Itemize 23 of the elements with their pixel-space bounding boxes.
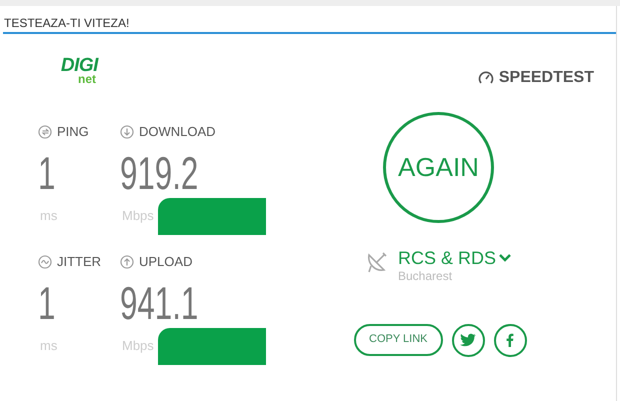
copy-link-button[interactable]: COPY LINK <box>354 324 442 356</box>
twitter-button[interactable] <box>452 324 484 356</box>
server-name[interactable]: RCS & RDS <box>398 247 496 270</box>
logo: DIGI net <box>60 56 98 85</box>
metric-value: 1 <box>38 280 56 326</box>
metric-label: JITTER <box>57 253 102 272</box>
letter-f-icon <box>506 333 514 347</box>
metric-value: 919.2 <box>120 150 198 196</box>
facebook-button[interactable] <box>494 324 526 356</box>
bird-icon <box>460 333 476 347</box>
speedtest-logo: SPEEDTEST <box>498 68 594 88</box>
chevron-down-icon[interactable] <box>499 254 512 262</box>
ping-icon <box>38 125 52 139</box>
page-title: TESTEAZA-TI VITEZA! <box>4 16 130 30</box>
server-location: Bucharest <box>398 270 454 282</box>
metric-value: 1 <box>38 150 56 196</box>
metric-label: UPLOAD <box>139 253 192 272</box>
metric-label: PING <box>57 123 89 142</box>
wave-icon <box>38 255 52 269</box>
gauge-icon <box>478 70 494 86</box>
metric-value: 941.1 <box>120 280 198 326</box>
metric-label: DOWNLOAD <box>139 123 216 142</box>
again-button[interactable]: AGAIN <box>383 112 494 223</box>
